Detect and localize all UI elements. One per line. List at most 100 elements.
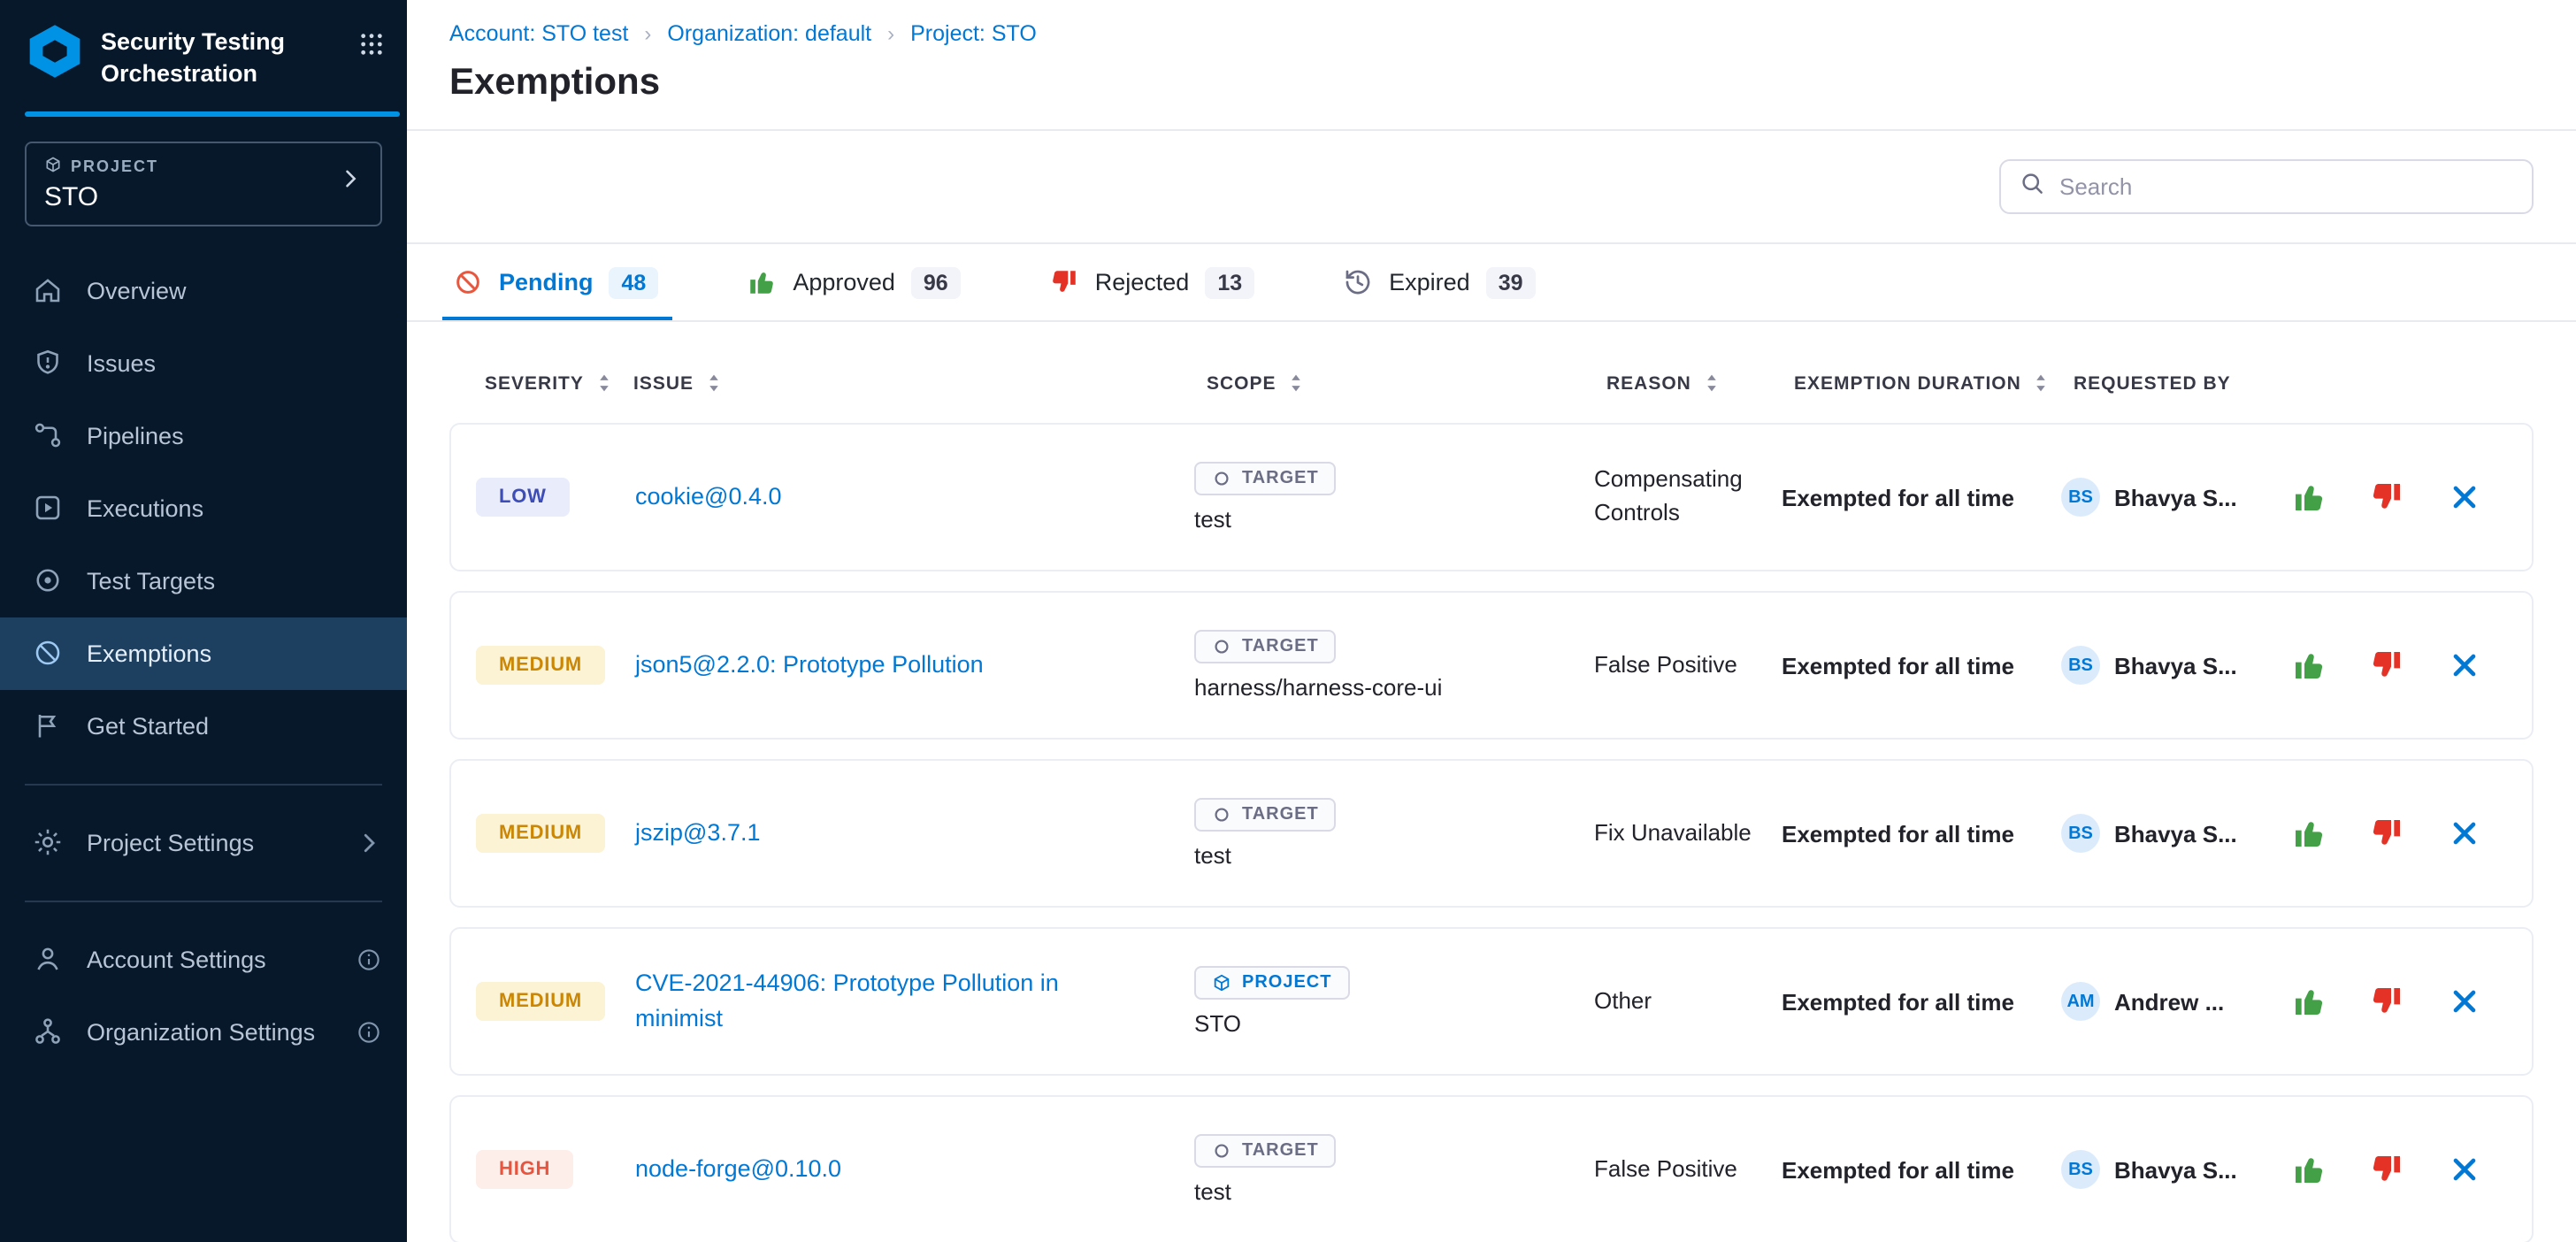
reject-button[interactable] [2369, 648, 2404, 683]
approve-button[interactable] [2291, 816, 2327, 851]
table-row: MEDIUM CVE-2021-44906: Prototype Polluti… [449, 927, 2534, 1076]
shield-icon [32, 347, 64, 379]
breadcrumb-project[interactable]: Project: STO [910, 21, 1037, 46]
reason-cell: False Positive [1594, 1153, 1782, 1186]
scope-name: test [1194, 842, 1231, 869]
status-tabs: Pending 48 Approved 96 Rejected 13 Expir… [407, 244, 2576, 322]
info-icon[interactable] [356, 1018, 382, 1045]
close-icon[interactable] [2447, 984, 2482, 1019]
sidebar-item-overview[interactable]: Overview [0, 254, 407, 326]
column-header-severity: SEVERITY [449, 372, 619, 395]
close-icon[interactable] [2447, 648, 2482, 683]
sidebar-nav: Overview Issues Pipelines Executions Tes… [0, 254, 407, 762]
ban-icon [32, 637, 64, 669]
reject-button[interactable] [2369, 816, 2404, 851]
breadcrumb-separator: › [644, 21, 651, 46]
breadcrumb-account[interactable]: Account: STO test [449, 21, 628, 46]
sidebar-item-organization-settings[interactable]: Organization Settings [0, 995, 407, 1068]
sidebar: Security Testing Orchestration PROJECT S… [0, 0, 407, 1242]
avatar: BS [2061, 1150, 2100, 1189]
scope-cell: TARGET test [1194, 798, 1594, 869]
reason-cell: Fix Unavailable [1594, 816, 1782, 850]
sort-icon[interactable] [1704, 372, 1720, 395]
issue-link[interactable]: cookie@0.4.0 [621, 479, 1194, 516]
app-title: Security Testing Orchestration [101, 21, 303, 89]
flag-icon [32, 709, 64, 741]
column-header-scope: SCOPE [1192, 372, 1592, 395]
close-icon[interactable] [2447, 479, 2482, 515]
issue-link[interactable]: jszip@3.7.1 [621, 816, 1194, 852]
sidebar-item-get-started[interactable]: Get Started [0, 689, 407, 762]
requested-by-cell: BS Bhavya S... [2061, 1150, 2291, 1189]
home-icon [32, 274, 64, 306]
close-icon[interactable] [2447, 1152, 2482, 1187]
sort-icon[interactable] [706, 372, 722, 395]
breadcrumb-separator: › [887, 21, 894, 46]
table-row: MEDIUM jszip@3.7.1 TARGET test Fix Unava… [449, 759, 2534, 908]
sort-icon[interactable] [596, 372, 612, 395]
scope-name: harness/harness-core-ui [1194, 674, 1442, 701]
search-box [1999, 159, 2534, 214]
reject-button[interactable] [2369, 479, 2404, 515]
breadcrumb-organization[interactable]: Organization: default [667, 21, 871, 46]
table-header: SEVERITY ISSUE SCOPE REASON EXEMPTION DU… [449, 322, 2534, 423]
severity-badge: LOW [476, 478, 570, 517]
reason-cell: False Positive [1594, 648, 1782, 682]
approve-button[interactable] [2291, 479, 2327, 515]
requested-by-cell: BS Bhavya S... [2061, 814, 2291, 853]
issue-link[interactable]: node-forge@0.10.0 [621, 1152, 1194, 1188]
tab-count-badge: 39 [1486, 266, 1536, 298]
tab-rejected[interactable]: Rejected 13 [1049, 244, 1254, 320]
severity-badge: HIGH [476, 1150, 573, 1189]
scope-type-pill: TARGET [1194, 1134, 1337, 1168]
project-selector[interactable]: PROJECT STO [25, 141, 382, 226]
column-header-reason: REASON [1592, 372, 1780, 395]
thumbs-down-icon [1049, 267, 1079, 297]
sidebar-item-executions[interactable]: Executions [0, 472, 407, 544]
approve-button[interactable] [2291, 984, 2327, 1019]
scope-type-pill: PROJECT [1194, 966, 1349, 1000]
tab-count-badge: 13 [1205, 266, 1254, 298]
issue-link[interactable]: json5@2.2.0: Prototype Pollution [621, 648, 1194, 684]
sidebar-item-pipelines[interactable]: Pipelines [0, 399, 407, 472]
sidebar-item-test-targets[interactable]: Test Targets [0, 544, 407, 617]
requester-name: Bhavya S... [2114, 484, 2237, 510]
close-icon[interactable] [2447, 816, 2482, 851]
thumbs-up-icon [747, 267, 777, 297]
row-actions [2291, 479, 2549, 515]
accent-underline [25, 111, 400, 116]
search-input[interactable] [2059, 173, 2514, 200]
tab-expired[interactable]: Expired 39 [1343, 244, 1535, 320]
gear-icon [32, 826, 64, 858]
project-selector-label: PROJECT [44, 155, 158, 176]
scope-name: test [1194, 1178, 1231, 1205]
history-clock-icon [1343, 267, 1373, 297]
sidebar-item-account-settings[interactable]: Account Settings [0, 923, 407, 995]
sidebar-item-issues[interactable]: Issues [0, 326, 407, 399]
approve-button[interactable] [2291, 648, 2327, 683]
avatar: BS [2061, 646, 2100, 685]
main-content: Account: STO test › Organization: defaul… [407, 0, 2576, 1242]
project-selector-value: STO [44, 181, 158, 211]
reject-button[interactable] [2369, 984, 2404, 1019]
tab-pending[interactable]: Pending 48 [453, 244, 658, 320]
tab-approved[interactable]: Approved 96 [747, 244, 960, 320]
apps-grid-icon[interactable] [357, 21, 386, 67]
sort-icon[interactable] [2034, 372, 2050, 395]
duration-cell: Exempted for all time [1782, 652, 2061, 678]
search-icon [2019, 169, 2045, 204]
ban-icon [453, 267, 483, 297]
severity-badge: MEDIUM [476, 814, 605, 853]
sidebar-item-project-settings[interactable]: Project Settings [0, 806, 407, 878]
approve-button[interactable] [2291, 1152, 2327, 1187]
sort-icon[interactable] [1289, 372, 1305, 395]
sidebar-item-exemptions[interactable]: Exemptions [0, 617, 407, 689]
table-row: HIGH node-forge@0.10.0 TARGET test False… [449, 1095, 2534, 1242]
breadcrumb: Account: STO test › Organization: defaul… [449, 21, 2534, 46]
chevron-right-icon [338, 166, 363, 200]
row-actions [2291, 984, 2549, 1019]
reject-button[interactable] [2369, 1152, 2404, 1187]
issue-link[interactable]: CVE-2021-44906: Prototype Pollution in m… [621, 966, 1194, 1038]
app-window: Security Testing Orchestration PROJECT S… [0, 0, 2576, 1242]
info-icon[interactable] [356, 946, 382, 972]
